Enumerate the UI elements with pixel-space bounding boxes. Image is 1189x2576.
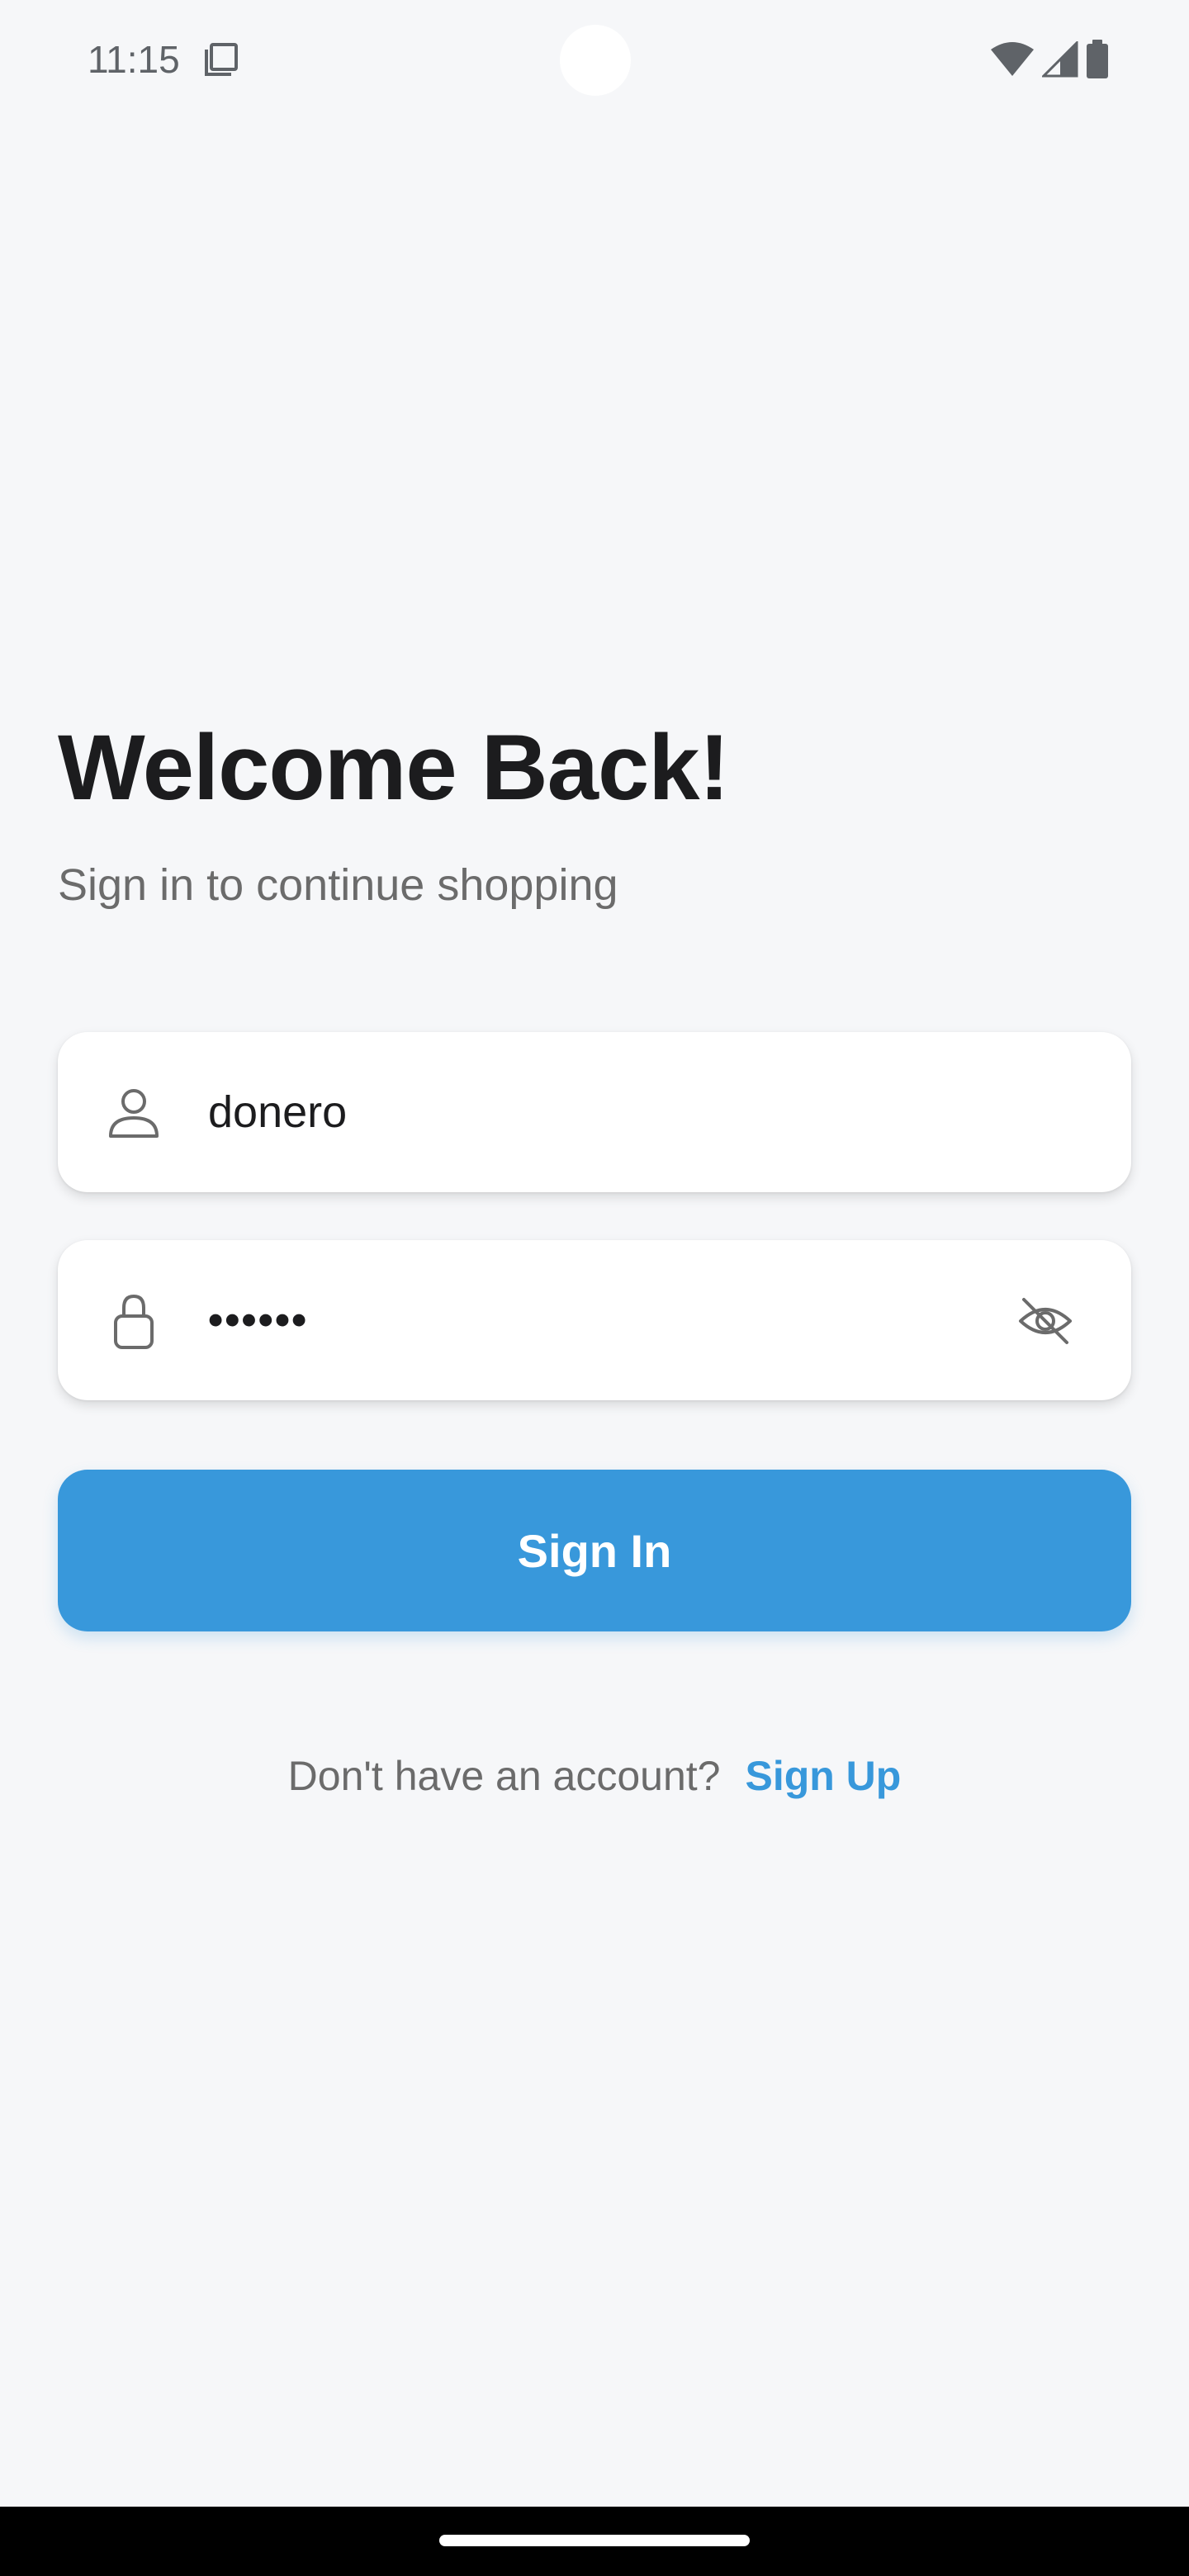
sim-card-icon bbox=[203, 41, 239, 78]
home-indicator[interactable] bbox=[439, 2535, 750, 2546]
camera-cutout bbox=[560, 25, 631, 96]
sign-up-prompt: Don't have an account? bbox=[287, 1753, 721, 1799]
battery-icon bbox=[1085, 40, 1110, 79]
navigation-bar bbox=[0, 2507, 1189, 2576]
status-icons bbox=[989, 40, 1110, 79]
user-icon bbox=[104, 1083, 163, 1143]
lock-icon bbox=[104, 1291, 163, 1351]
username-field[interactable]: donero bbox=[58, 1032, 1131, 1192]
sign-up-row: Don't have an account? Sign Up bbox=[0, 1747, 1189, 1805]
page-subtitle: Sign in to continue shopping bbox=[58, 860, 618, 910]
status-time: 11:15 bbox=[88, 38, 180, 81]
sign-in-button[interactable]: Sign In bbox=[58, 1470, 1131, 1631]
page-title: Welcome Back! bbox=[58, 716, 730, 819]
username-value[interactable]: donero bbox=[208, 1032, 347, 1192]
password-field[interactable]: •••••• bbox=[58, 1240, 1131, 1400]
sign-up-link[interactable]: Sign Up bbox=[745, 1747, 901, 1805]
cellular-signal-icon bbox=[1042, 41, 1078, 78]
status-bar: 11:15 bbox=[0, 0, 1189, 116]
password-value[interactable]: •••••• bbox=[208, 1240, 308, 1400]
wifi-icon bbox=[989, 41, 1035, 78]
eye-off-icon[interactable] bbox=[1016, 1291, 1075, 1351]
